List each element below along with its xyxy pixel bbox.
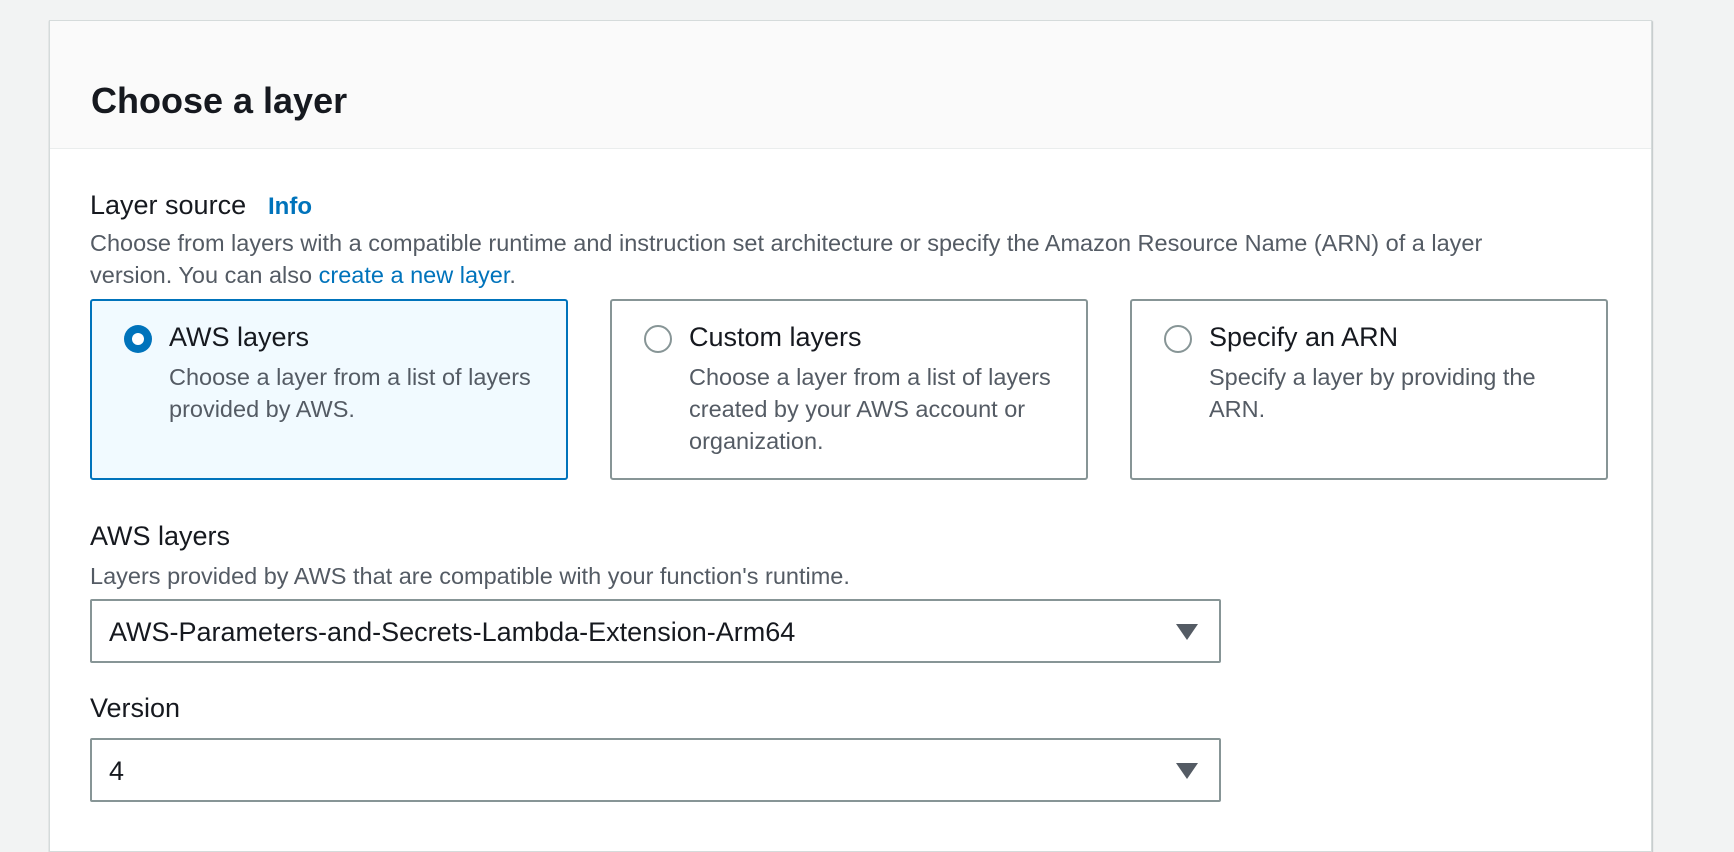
tile-description: Specify a layer by providing the ARN.: [1209, 364, 1536, 422]
tile-description: Choose a layer from a list of layers pro…: [169, 364, 531, 422]
tile-specify-arn[interactable]: Specify an ARN Specify a layer by provid…: [1130, 299, 1608, 480]
caret-down-icon: [1176, 763, 1198, 779]
panel-title: Choose a layer: [91, 80, 348, 121]
layer-source-description: Choose from layers with a compatible run…: [90, 230, 1483, 288]
caret-down-icon: [1176, 624, 1198, 640]
tile-aws-layers[interactable]: AWS layers Choose a layer from a list of…: [90, 299, 568, 480]
tile-title: Specify an ARN: [1209, 322, 1399, 352]
aws-layers-label: AWS layers: [90, 521, 231, 551]
radio-unselected-icon[interactable]: [644, 325, 672, 353]
tile-title: AWS layers: [169, 322, 310, 352]
aws-layers-description: Layers provided by AWS that are compatib…: [90, 563, 850, 589]
radio-unselected-icon[interactable]: [1164, 325, 1192, 353]
radio-selected-icon[interactable]: [124, 325, 152, 353]
tile-title: Custom layers: [689, 322, 862, 352]
version-selected-value: 4: [109, 756, 125, 786]
create-new-layer-link[interactable]: create a new layer: [319, 262, 510, 288]
aws-layers-selected-value: AWS-Parameters-and-Secrets-Lambda-Extens…: [109, 617, 796, 647]
aws-layers-select[interactable]: AWS-Parameters-and-Secrets-Lambda-Extens…: [90, 599, 1221, 663]
layer-source-label: Layer source: [90, 190, 247, 220]
layer-source-info-link[interactable]: Info: [268, 191, 312, 223]
tile-description: Choose a layer from a list of layers cre…: [689, 364, 1051, 454]
tile-custom-layers[interactable]: Custom layers Choose a layer from a list…: [610, 299, 1088, 480]
version-label: Version: [90, 693, 181, 723]
choose-layer-panel: Choose a layer Layer source Info Choose …: [49, 20, 1652, 852]
version-select[interactable]: 4: [90, 738, 1221, 802]
panel-header: Choose a layer: [50, 21, 1651, 149]
